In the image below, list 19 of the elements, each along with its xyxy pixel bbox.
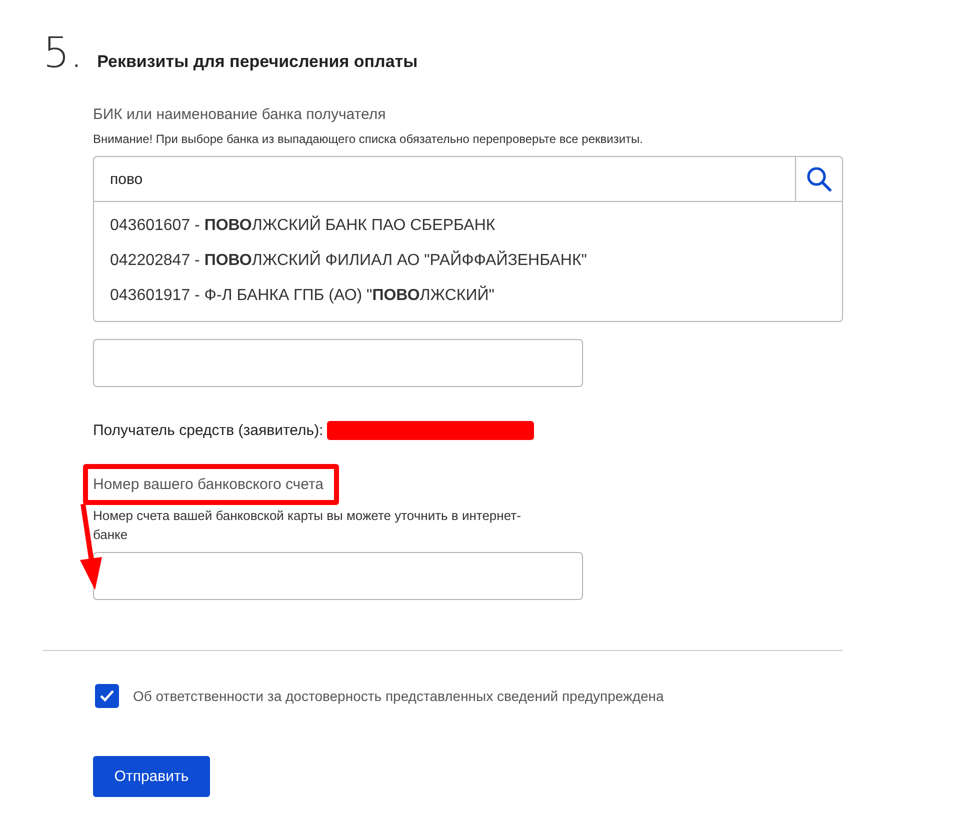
suggestion-item[interactable]: 043601917 - Ф-Л БАНКА ГПБ (АО) "ПОВОЛЖСКИЙ" bbox=[94, 278, 842, 313]
section-title: Реквизиты для перечисления оплаты bbox=[97, 52, 418, 72]
field-label: Номер вашего банковского счета bbox=[93, 476, 324, 493]
checkbox-label: Об ответственности за достоверность представленных сведений предупреждена bbox=[133, 688, 664, 704]
field-hint: Номер счета вашей банковской карты вы можете уточнить в интернет-банке bbox=[93, 507, 522, 544]
recipient-label: Получатель средств (заявитель): bbox=[93, 422, 324, 439]
search-button[interactable] bbox=[796, 156, 843, 202]
submit-button[interactable]: Отправить bbox=[93, 756, 210, 797]
field-label: БИК или наименование банка получателя bbox=[93, 105, 387, 125]
suggestion-item[interactable]: 042202847 - ПОВОЛЖСКИЙ ФИЛИАЛ АО "РАЙФФАЙЗЕНБАНК" bbox=[94, 243, 842, 278]
input-field[interactable] bbox=[93, 552, 583, 600]
suggestion-item[interactable]: 043601607 - ПОВОЛЖСКИЙ БАНК ПАО СБЕРБАНК bbox=[94, 208, 842, 243]
search-field[interactable]: пово bbox=[93, 156, 796, 202]
checkbox[interactable] bbox=[95, 684, 119, 708]
check-icon bbox=[99, 689, 115, 703]
section-number: 5. bbox=[43, 28, 84, 77]
field-hint: Внимание! При выборе банка из выпадающего списка обязательно перепроверьте все реквизиты. bbox=[93, 132, 644, 146]
search-icon bbox=[806, 166, 832, 192]
input-field[interactable] bbox=[93, 339, 583, 387]
